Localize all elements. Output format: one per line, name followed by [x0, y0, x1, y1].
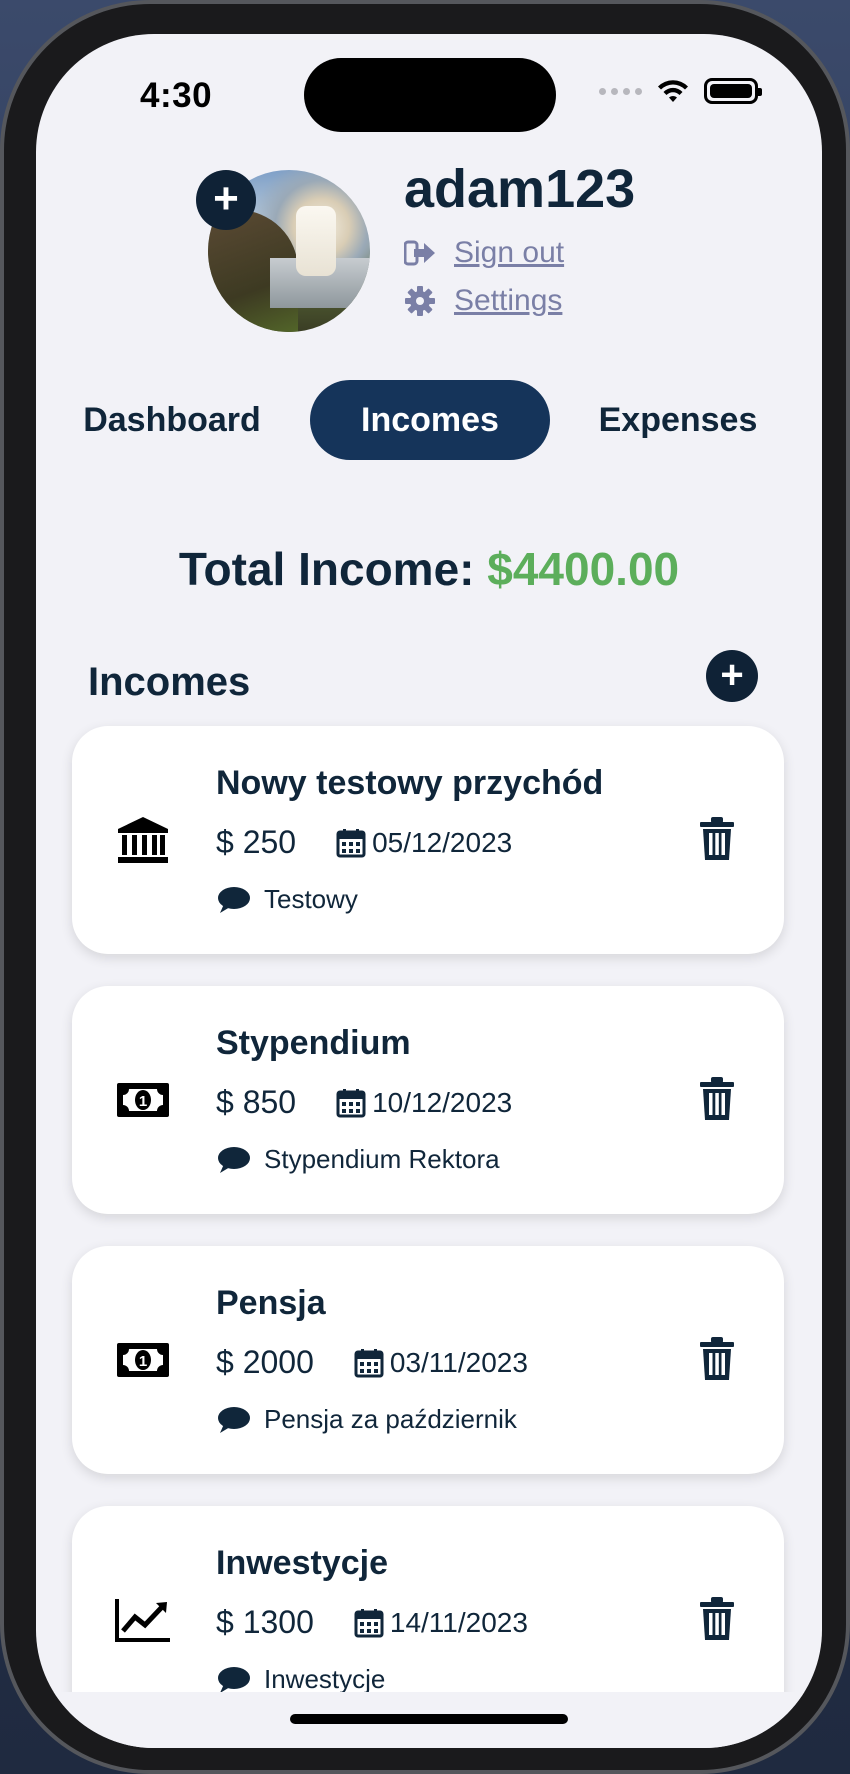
income-meta: $ 1300 14/11/2023	[216, 1604, 528, 1641]
gear-icon	[404, 285, 436, 317]
income-amount: $ 250	[216, 824, 297, 860]
income-meta: $ 850 10/12/2023	[216, 1084, 512, 1121]
income-meta: $ 2000 03/11/2023	[216, 1344, 528, 1381]
income-amount: $ 1300	[216, 1604, 314, 1640]
total-income: Total Income: $4400.00	[36, 542, 822, 596]
income-card[interactable]: 1 Stypendium $ 850 10/12/2023 Stypendium…	[72, 986, 784, 1214]
dynamic-island	[304, 58, 556, 132]
income-date: 14/11/2023	[389, 1606, 528, 1638]
money-bill-icon: 1	[114, 1074, 172, 1126]
svg-text:1: 1	[139, 1353, 147, 1370]
home-indicator[interactable]	[290, 1714, 568, 1724]
delete-income-button[interactable]	[698, 1596, 736, 1642]
income-note: Pensja za październik	[216, 1404, 517, 1435]
cellular-signal-icon	[599, 87, 642, 95]
calendar-icon	[336, 1088, 366, 1117]
tab-expenses[interactable]: Expenses	[580, 380, 776, 460]
income-note: Testowy	[216, 884, 358, 915]
income-note-text: Testowy	[264, 884, 358, 914]
sign-out-label[interactable]: Sign out	[454, 236, 564, 270]
settings-label[interactable]: Settings	[454, 284, 562, 318]
total-income-label: Total Income:	[178, 543, 475, 595]
income-title: Inwestycje	[216, 1544, 388, 1582]
status-icons	[599, 78, 762, 104]
income-date: 05/12/2023	[372, 826, 513, 858]
status-time: 4:30	[140, 76, 213, 115]
delete-income-button[interactable]	[698, 1336, 736, 1382]
incomes-section-title: Incomes	[88, 660, 251, 704]
sign-out-icon	[404, 237, 436, 269]
profile-avatar[interactable]: +	[196, 170, 370, 332]
income-note-text: Inwestycje	[264, 1664, 386, 1694]
chart-line-icon	[114, 1594, 172, 1646]
comment-icon	[218, 1406, 250, 1433]
sign-out-link[interactable]: Sign out	[404, 236, 564, 270]
add-photo-button[interactable]: +	[196, 170, 256, 230]
tab-incomes[interactable]: Incomes	[310, 380, 550, 460]
calendar-icon	[336, 828, 366, 857]
delete-income-button[interactable]	[698, 816, 736, 862]
add-income-button[interactable]: +	[706, 650, 758, 702]
income-note-text: Pensja za październik	[264, 1404, 517, 1434]
phone-frame: 4:30 + adam123 Sign out Settings Dashboa…	[0, 0, 850, 1774]
income-amount: $ 2000	[216, 1344, 314, 1380]
income-meta: $ 250 05/12/2023	[216, 824, 512, 861]
total-income-amount: $4400.00	[487, 543, 680, 595]
calendar-icon	[354, 1348, 384, 1377]
income-title: Pensja	[216, 1284, 326, 1322]
income-note-text: Stypendium Rektora	[264, 1144, 500, 1174]
username: adam123	[404, 159, 636, 219]
tab-dashboard[interactable]: Dashboard	[80, 380, 264, 460]
calendar-icon	[354, 1608, 384, 1637]
income-amount: $ 850	[216, 1084, 297, 1120]
wifi-icon	[658, 80, 688, 102]
settings-link[interactable]: Settings	[404, 284, 562, 318]
money-bill-icon: 1	[114, 1334, 172, 1386]
income-date: 03/11/2023	[389, 1346, 528, 1378]
income-title: Nowy testowy przychód	[216, 764, 604, 802]
comment-icon	[218, 886, 250, 913]
comment-icon	[218, 1666, 250, 1693]
income-note: Inwestycje	[216, 1664, 385, 1695]
income-card[interactable]: Nowy testowy przychód $ 250 05/12/2023 T…	[72, 726, 784, 954]
comment-icon	[218, 1146, 250, 1173]
bank-icon	[114, 814, 172, 866]
tab-bar: Dashboard Incomes Expenses	[36, 380, 822, 460]
delete-income-button[interactable]	[698, 1076, 736, 1122]
battery-icon	[704, 78, 762, 104]
income-card[interactable]: 1 Pensja $ 2000 03/11/2023 Pensja za paź…	[72, 1246, 784, 1474]
app-screen: 4:30 + adam123 Sign out Settings Dashboa…	[36, 34, 822, 1748]
income-date: 10/12/2023	[372, 1086, 513, 1118]
income-title: Stypendium	[216, 1024, 411, 1062]
svg-text:1: 1	[139, 1093, 147, 1110]
income-note: Stypendium Rektora	[216, 1144, 500, 1175]
